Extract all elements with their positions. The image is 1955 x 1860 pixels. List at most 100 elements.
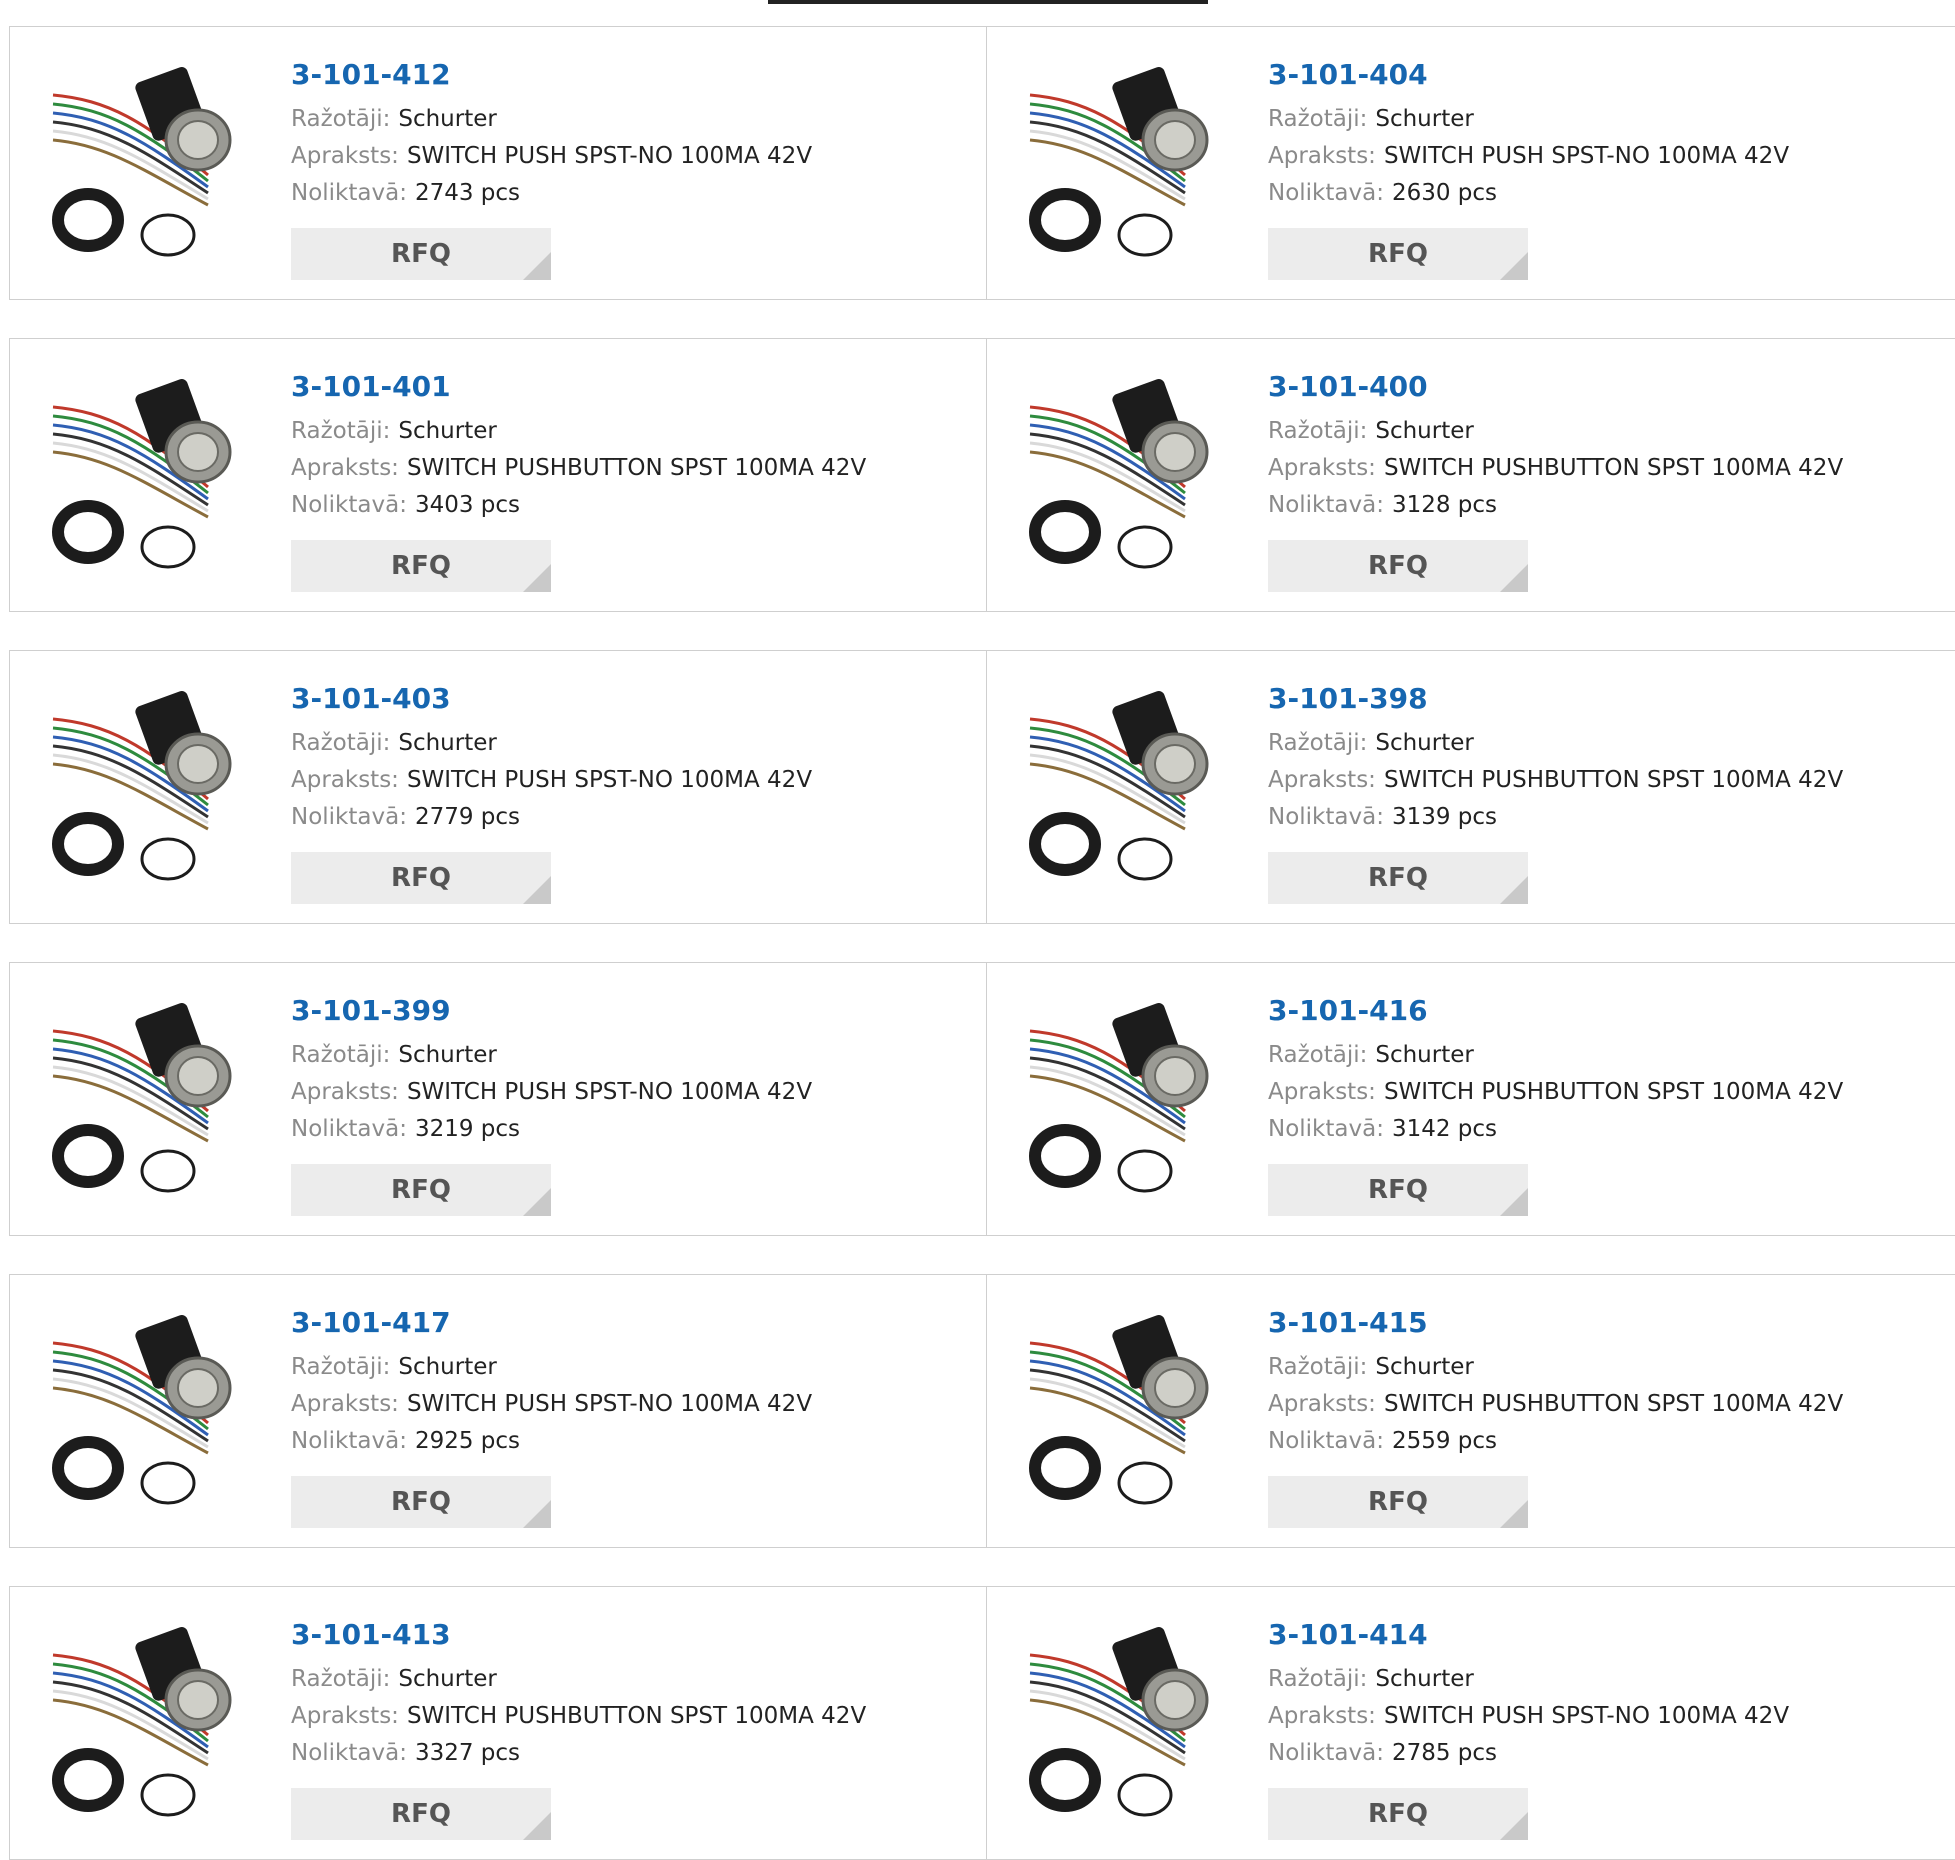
rfq-button[interactable]: RFQ (1268, 540, 1528, 592)
rfq-label: RFQ (1368, 863, 1428, 893)
manufacturer-label: Ražotāji: (1268, 418, 1368, 444)
manufacturer-value: Schurter (1375, 1042, 1474, 1068)
switch-illustration (52, 379, 232, 569)
product-image[interactable] (48, 689, 248, 889)
rfq-button[interactable]: RFQ (1268, 852, 1528, 904)
stock-label: Noliktavā: (1268, 1428, 1384, 1454)
product-image[interactable] (1025, 1625, 1225, 1825)
mounting-nut-shape (52, 812, 124, 876)
rfq-button[interactable]: RFQ (1268, 1164, 1528, 1216)
o-ring-shape (140, 837, 196, 881)
product-card: 3-101-415 Ražotāji: Schurter Apraksts: SWI… (986, 1274, 1955, 1548)
description-label: Apraksts: (1268, 1079, 1376, 1105)
corner-triangle-icon (523, 1188, 551, 1216)
product-image[interactable] (1025, 1001, 1225, 1201)
corner-triangle-icon (1500, 1500, 1528, 1528)
description-label: Apraksts: (291, 1703, 399, 1729)
stock-value: 3219 pcs (414, 1116, 521, 1142)
stock-value: 3142 pcs (1391, 1116, 1498, 1142)
product-image[interactable] (1025, 377, 1225, 577)
stock-label: Noliktavā: (291, 804, 407, 830)
switch-lens-shape (1154, 744, 1196, 784)
stock-value: 2785 pcs (1391, 1740, 1498, 1766)
manufacturer-value: Schurter (398, 1666, 497, 1692)
manufacturer-value: Schurter (1375, 1666, 1474, 1692)
switch-lens-shape (1154, 1680, 1196, 1720)
switch-lens-shape (177, 744, 219, 784)
stock-value: 2630 pcs (1391, 180, 1498, 206)
switch-illustration (52, 1003, 232, 1193)
rfq-button[interactable]: RFQ (1268, 1788, 1528, 1840)
product-image[interactable] (1025, 1313, 1225, 1513)
rfq-button[interactable]: RFQ (291, 228, 551, 280)
description-value: SWITCH PUSH SPST-NO 100MA 42V (1383, 1703, 1790, 1729)
manufacturer-value: Schurter (398, 730, 497, 756)
description-value: SWITCH PUSHBUTTON SPST 100MA 42V (406, 455, 867, 481)
description-value: SWITCH PUSHBUTTON SPST 100MA 42V (1383, 1079, 1844, 1105)
product-image[interactable] (48, 1313, 248, 1513)
part-number-link[interactable]: 3-101-414 (1268, 1617, 1789, 1653)
product-image[interactable] (48, 1001, 248, 1201)
part-number-link[interactable]: 3-101-403 (291, 681, 812, 717)
manufacturer-label: Ražotāji: (291, 730, 391, 756)
corner-triangle-icon (1500, 252, 1528, 280)
switch-lens-shape (1154, 120, 1196, 160)
product-image[interactable] (1025, 65, 1225, 265)
rfq-label: RFQ (391, 1799, 451, 1829)
part-number-link[interactable]: 3-101-413 (291, 1617, 866, 1653)
corner-triangle-icon (1500, 564, 1528, 592)
description-label: Apraksts: (291, 455, 399, 481)
product-card: 3-101-401 Ražotāji: Schurter Apraksts: SWI… (9, 338, 987, 612)
description-value: SWITCH PUSH SPST-NO 100MA 42V (1383, 143, 1790, 169)
corner-triangle-icon (1500, 1188, 1528, 1216)
top-divider (768, 0, 1208, 4)
rfq-label: RFQ (1368, 1175, 1428, 1205)
corner-triangle-icon (523, 252, 551, 280)
part-number-link[interactable]: 3-101-412 (291, 57, 812, 93)
part-number-link[interactable]: 3-101-417 (291, 1305, 812, 1341)
product-card: 3-101-404 Ražotāji: Schurter Apraksts: SWI… (986, 26, 1955, 300)
switch-illustration (52, 67, 232, 257)
switch-lens-shape (1154, 1056, 1196, 1096)
product-image[interactable] (48, 1625, 248, 1825)
o-ring-shape (140, 1461, 196, 1505)
o-ring-shape (1117, 1149, 1173, 1193)
part-number-link[interactable]: 3-101-398 (1268, 681, 1843, 717)
manufacturer-value: Schurter (398, 1354, 497, 1380)
part-number-link[interactable]: 3-101-404 (1268, 57, 1789, 93)
manufacturer-label: Ražotāji: (291, 1042, 391, 1068)
rfq-button[interactable]: RFQ (291, 540, 551, 592)
manufacturer-label: Ražotāji: (291, 1666, 391, 1692)
mounting-nut-shape (1029, 1124, 1101, 1188)
rfq-label: RFQ (1368, 551, 1428, 581)
part-number-link[interactable]: 3-101-401 (291, 369, 866, 405)
part-number-link[interactable]: 3-101-415 (1268, 1305, 1843, 1341)
rfq-button[interactable]: RFQ (1268, 1476, 1528, 1528)
product-image[interactable] (1025, 689, 1225, 889)
description-value: SWITCH PUSH SPST-NO 100MA 42V (406, 767, 813, 793)
mounting-nut-shape (1029, 188, 1101, 252)
switch-lens-shape (177, 1368, 219, 1408)
product-image[interactable] (48, 377, 248, 577)
rfq-button[interactable]: RFQ (291, 852, 551, 904)
description-value: SWITCH PUSH SPST-NO 100MA 42V (406, 143, 813, 169)
o-ring-shape (1117, 1461, 1173, 1505)
part-number-link[interactable]: 3-101-399 (291, 993, 812, 1029)
part-number-link[interactable]: 3-101-416 (1268, 993, 1843, 1029)
manufacturer-value: Schurter (398, 106, 497, 132)
mounting-nut-shape (1029, 500, 1101, 564)
product-image[interactable] (48, 65, 248, 265)
part-number-link[interactable]: 3-101-400 (1268, 369, 1843, 405)
stock-label: Noliktavā: (1268, 1740, 1384, 1766)
rfq-label: RFQ (1368, 1487, 1428, 1517)
mounting-nut-shape (1029, 812, 1101, 876)
stock-label: Noliktavā: (291, 1116, 407, 1142)
rfq-label: RFQ (391, 239, 451, 269)
rfq-button[interactable]: RFQ (291, 1788, 551, 1840)
rfq-button[interactable]: RFQ (1268, 228, 1528, 280)
product-card: 3-101-399 Ražotāji: Schurter Apraksts: SWI… (9, 962, 987, 1236)
switch-illustration (52, 691, 232, 881)
o-ring-shape (140, 1773, 196, 1817)
rfq-button[interactable]: RFQ (291, 1164, 551, 1216)
rfq-button[interactable]: RFQ (291, 1476, 551, 1528)
